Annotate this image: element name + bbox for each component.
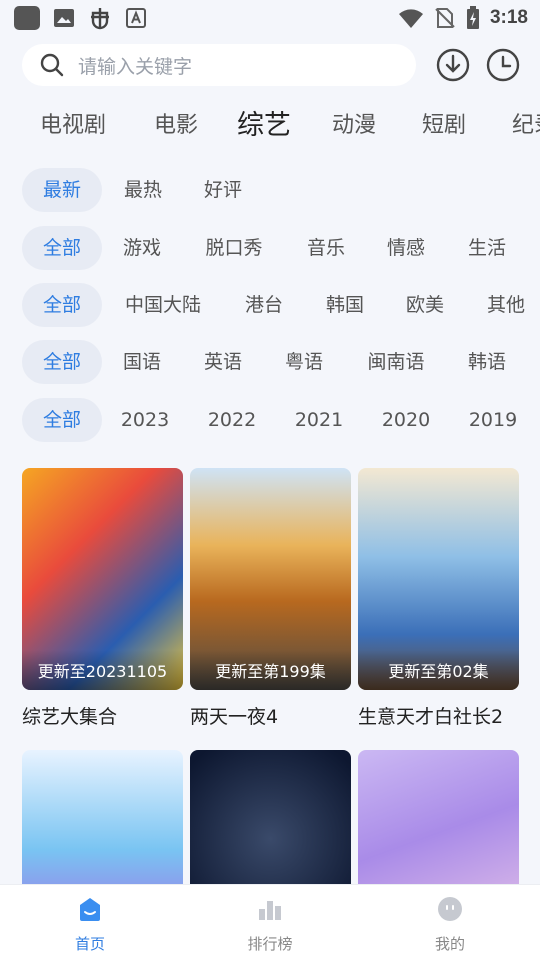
wifi-icon: [398, 9, 423, 28]
filter-region-korea[interactable]: 韩国: [315, 283, 375, 327]
filter-year-all[interactable]: 全部: [22, 398, 102, 442]
filter-lang-all[interactable]: 全部: [22, 340, 102, 384]
ranking-icon: [259, 901, 281, 920]
tab-documentary[interactable]: 纪录: [512, 104, 540, 148]
update-badge: 更新至20231105: [22, 650, 183, 690]
show-poster[interactable]: [358, 750, 519, 888]
filter-sort-latest[interactable]: 最新: [22, 168, 102, 212]
show-grid: 更新至20231105 综艺大集合 更新至第199集 两天一夜4 更新至第02集…: [0, 468, 540, 888]
show-poster[interactable]: 更新至第02集: [358, 468, 519, 690]
search-icon: [40, 53, 64, 77]
filter-region-hk-tw[interactable]: 港台: [234, 283, 294, 327]
sort-filter-row: 最新 最热 好评: [0, 168, 540, 212]
filter-lang-cantonese[interactable]: 粤语: [274, 340, 334, 384]
tab-movies[interactable]: 电影: [154, 104, 198, 148]
tab-tv-series[interactable]: 电视剧: [40, 104, 106, 148]
year-filter-row: 全部 2023 2022 2021 2020 2019: [0, 398, 540, 442]
search-placeholder: 请输入关键字: [78, 55, 193, 78]
tab-profile[interactable]: 我的: [360, 885, 540, 960]
filter-lang-minnan[interactable]: 闽南语: [356, 340, 436, 384]
filter-year-2022[interactable]: 2022: [204, 398, 260, 442]
filter-sort-rating[interactable]: 好评: [183, 168, 263, 212]
filter-sort-hot[interactable]: 最热: [103, 168, 183, 212]
tab-home[interactable]: 首页: [0, 885, 180, 960]
filter-year-2023[interactable]: 2023: [117, 398, 173, 442]
no-sim-icon: [435, 8, 455, 28]
show-title: 两天一夜4: [190, 706, 279, 728]
filter-region-mainland[interactable]: 中国大陆: [118, 283, 208, 327]
home-icon: [80, 898, 100, 921]
text-a-icon: [126, 8, 146, 28]
image-icon: [54, 9, 74, 27]
battery-charging-icon: [466, 6, 479, 29]
show-poster[interactable]: 更新至20231105: [22, 468, 183, 690]
filter-year-2019[interactable]: 2019: [465, 398, 521, 442]
bug-icon: [91, 8, 109, 30]
filter-region-all[interactable]: 全部: [22, 283, 102, 327]
update-badge: 更新至第02集: [358, 650, 519, 690]
show-title: 综艺大集合: [22, 706, 118, 728]
filter-year-2020[interactable]: 2020: [378, 398, 434, 442]
filter-region-other[interactable]: 其他: [476, 283, 536, 327]
tab-ranking-label: 排行榜: [247, 935, 293, 953]
download-icon[interactable]: [436, 48, 470, 82]
profile-icon: [438, 897, 462, 921]
show-card[interactable]: [22, 750, 183, 888]
search-header: 请输入关键字: [0, 42, 540, 90]
language-filter-row: 全部 国语 英语 粤语 闽南语 韩语: [0, 340, 540, 384]
tab-profile-label: 我的: [434, 935, 465, 953]
show-card[interactable]: [190, 750, 351, 888]
tab-home-label: 首页: [74, 935, 105, 953]
tab-anime[interactable]: 动漫: [332, 104, 376, 148]
app-notification-icon: [14, 6, 40, 30]
search-input[interactable]: 请输入关键字: [22, 44, 416, 86]
filter-genre-music[interactable]: 音乐: [296, 226, 356, 270]
filter-genre-life[interactable]: 生活: [457, 226, 517, 270]
region-filter-row: 全部 中国大陆 港台 韩国 欧美 其他: [0, 283, 540, 327]
filter-lang-korean[interactable]: 韩语: [457, 340, 517, 384]
filter-lang-mandarin[interactable]: 国语: [112, 340, 172, 384]
bottom-tab-bar: 首页 排行榜 我的: [0, 884, 540, 960]
history-icon[interactable]: [486, 48, 520, 82]
status-bar: 3:18: [0, 0, 540, 36]
show-card[interactable]: 更新至第199集 两天一夜4: [190, 468, 351, 729]
genre-filter-row: 全部 游戏 脱口秀 音乐 情感 生活: [0, 226, 540, 270]
show-card[interactable]: 更新至第02集 生意天才白社长2: [358, 468, 519, 729]
show-card[interactable]: 更新至20231105 综艺大集合: [22, 468, 183, 729]
show-poster[interactable]: 更新至第199集: [190, 468, 351, 690]
show-card[interactable]: [358, 750, 519, 888]
tab-short-drama[interactable]: 短剧: [422, 104, 466, 148]
show-title: 生意天才白社长2: [358, 706, 504, 728]
filter-region-west[interactable]: 欧美: [395, 283, 455, 327]
show-poster[interactable]: [22, 750, 183, 888]
category-tabs: 电视剧 电影 综艺 动漫 短剧 纪录: [0, 104, 540, 150]
tab-variety[interactable]: 综艺: [237, 104, 291, 148]
clock: 3:18: [489, 7, 528, 28]
tab-ranking[interactable]: 排行榜: [180, 885, 360, 960]
show-poster[interactable]: [190, 750, 351, 888]
filter-year-2021[interactable]: 2021: [291, 398, 347, 442]
filter-lang-english[interactable]: 英语: [193, 340, 253, 384]
filter-genre-talk-show[interactable]: 脱口秀: [196, 226, 272, 270]
filter-genre-all[interactable]: 全部: [22, 226, 102, 270]
update-badge: 更新至第199集: [190, 650, 351, 690]
filter-genre-romance[interactable]: 情感: [376, 226, 436, 270]
filter-genre-game[interactable]: 游戏: [112, 226, 172, 270]
